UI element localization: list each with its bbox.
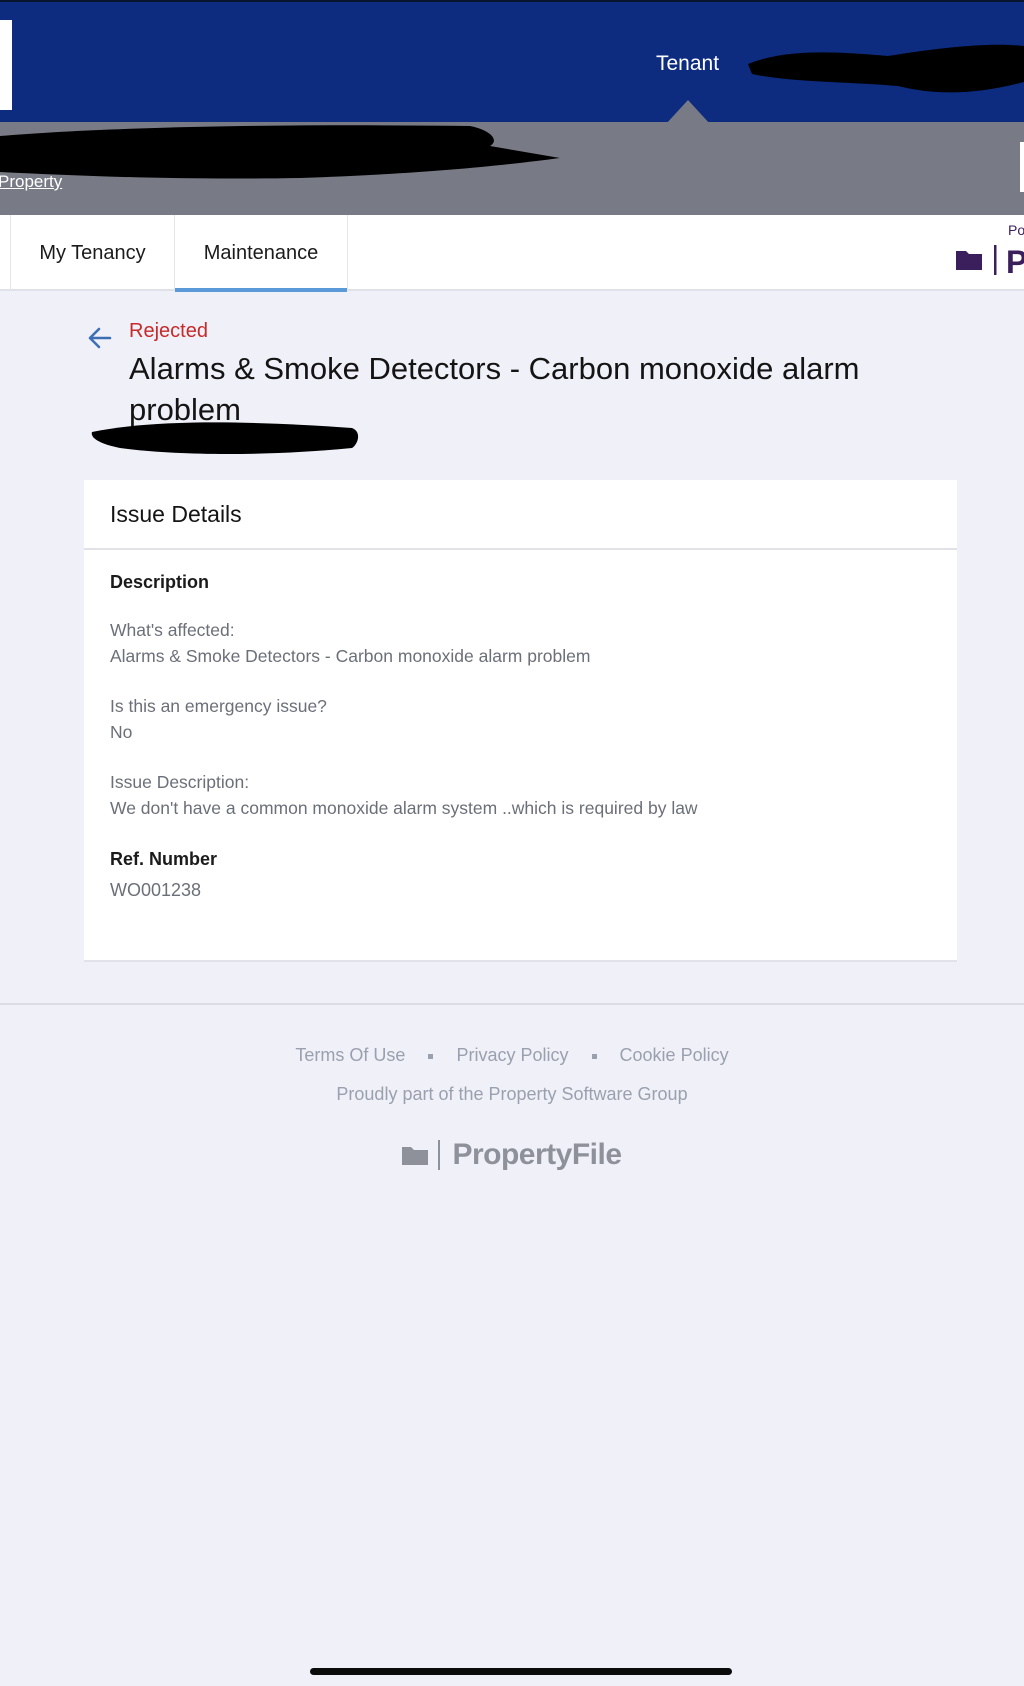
emergency-field: Is this an emergency issue? No xyxy=(110,693,931,745)
affected-answer: Alarms & Smoke Detectors - Carbon monoxi… xyxy=(110,646,591,666)
footer-links: Terms Of Use Privacy Policy Cookie Polic… xyxy=(0,1045,1024,1066)
cookie-policy-link[interactable]: Cookie Policy xyxy=(620,1045,729,1065)
ref-number-value: WO001238 xyxy=(110,880,202,900)
back-arrow-icon[interactable] xyxy=(86,326,114,350)
top-navigation-bar: Tenant xyxy=(0,0,1024,124)
issue-details-card: Issue Details Description What's affecte… xyxy=(84,480,957,962)
redacted-user-name xyxy=(748,44,1024,93)
brand-divider xyxy=(438,1140,441,1170)
tab-maintenance[interactable]: Maintenance xyxy=(174,215,348,292)
issue-description-question: Issue Description: xyxy=(110,772,250,792)
tab-my-tenancy[interactable]: My Tenancy xyxy=(10,215,174,291)
property-bar-button-edge[interactable] xyxy=(1020,142,1024,192)
footer-tagline: Proudly part of the Property Software Gr… xyxy=(336,1084,688,1104)
propertyfile-logo-partial[interactable]: Po P xyxy=(952,215,1024,291)
privacy-policy-link[interactable]: Privacy Policy xyxy=(456,1045,568,1065)
role-label-tenant[interactable]: Tenant xyxy=(656,52,719,76)
home-indicator[interactable] xyxy=(310,1668,732,1675)
agency-logo[interactable] xyxy=(0,20,12,110)
issue-description-answer: We don't have a common monoxide alarm sy… xyxy=(110,798,698,818)
tab-bar: My Tenancy Maintenance Po P xyxy=(0,215,1024,292)
active-tab-indicator xyxy=(175,288,347,292)
emergency-answer: No xyxy=(110,722,133,742)
ref-number-heading: Ref. Number xyxy=(110,849,218,869)
active-role-caret xyxy=(666,100,710,124)
tab-my-tenancy-label: My Tenancy xyxy=(39,241,146,264)
issue-description-field: Issue Description: We don't have a commo… xyxy=(110,769,931,821)
tab-maintenance-label: Maintenance xyxy=(203,241,319,264)
property-link[interactable]: Property xyxy=(0,172,62,192)
card-title: Issue Details xyxy=(110,500,242,527)
redacted-subtitle xyxy=(91,422,359,454)
terms-of-use-link[interactable]: Terms Of Use xyxy=(295,1045,405,1065)
card-body: Description What's affected: Alarms & Sm… xyxy=(84,550,957,901)
redacted-property-address xyxy=(0,125,560,179)
folder-icon xyxy=(956,251,982,270)
footer-separator xyxy=(591,1053,597,1059)
brand-partial-letter: P xyxy=(1006,244,1024,280)
affected-field: What's affected: Alarms & Smoke Detector… xyxy=(110,617,931,669)
affected-question: What's affected: xyxy=(110,620,235,640)
footer-divider xyxy=(0,1003,1024,1005)
footer-separator xyxy=(428,1053,434,1059)
brand-partial-text: Po xyxy=(1008,222,1024,238)
footer-brand-logo: PropertyFile xyxy=(0,1138,1024,1172)
footer-brand-name: PropertyFile xyxy=(452,1138,622,1171)
emergency-question: Is this an emergency issue? xyxy=(110,696,327,716)
folder-icon xyxy=(402,1147,429,1165)
description-heading: Description xyxy=(110,572,210,592)
card-header: Issue Details xyxy=(84,480,957,550)
issue-status-badge: Rejected xyxy=(129,320,208,342)
